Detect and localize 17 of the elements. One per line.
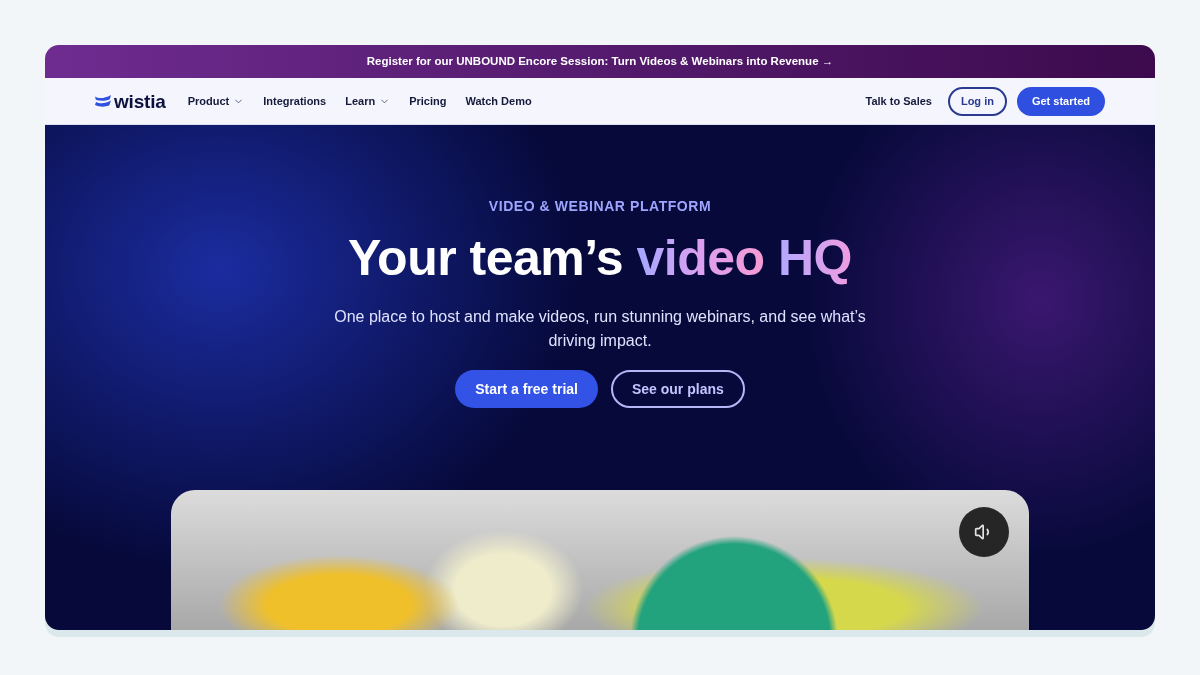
login-button[interactable]: Log in (947, 86, 1007, 116)
trial-button[interactable]: Start a free trial (455, 370, 598, 408)
nav-link[interactable]: Pricing (409, 92, 447, 110)
sound-button[interactable] (959, 507, 1009, 557)
hero-subtitle: One place to host and make videos, run stunning webinars, and see what’s driving impact. (333, 307, 867, 351)
nav-link[interactable]: Integrations (263, 92, 327, 110)
announcement-banner[interactable]: Register for our UNBOUND Encore Session: Turn Videos & Webinars into Revenue → (45, 45, 1155, 78)
logo-mark-icon (95, 95, 111, 107)
nav-link[interactable]: Watch Demo (465, 92, 532, 110)
logo-link[interactable]: wistia (95, 91, 166, 111)
nav-dropdown[interactable]: Learn (345, 92, 391, 110)
plans-button[interactable]: See our plans (610, 370, 745, 408)
eyebrow-text: VIDEO & WEBINAR PLATFORM (488, 197, 712, 215)
sales-link[interactable]: Talk to Sales (865, 92, 932, 110)
hero-heading: Your team’s video HQ (347, 229, 852, 287)
get-started-button[interactable]: Get started (1016, 86, 1105, 116)
nav-dropdown[interactable]: Product (187, 92, 245, 110)
